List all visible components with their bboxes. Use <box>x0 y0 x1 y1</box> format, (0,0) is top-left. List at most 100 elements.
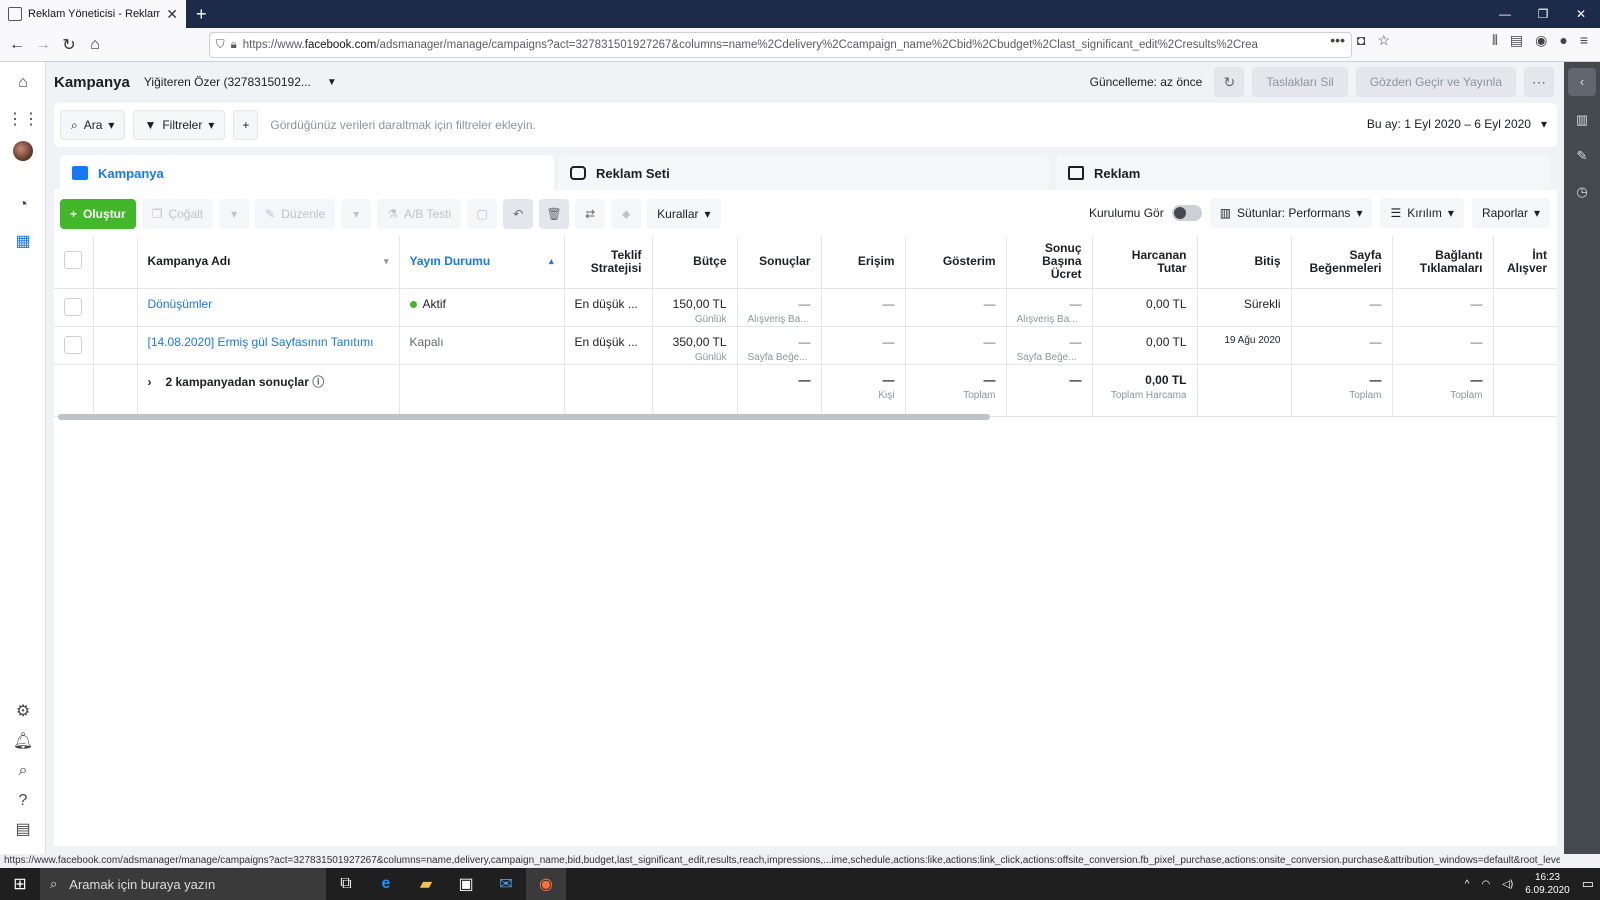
col-amount-spent[interactable]: Harcanan Tutar <box>1092 236 1198 289</box>
menu-icon[interactable]: ≡ <box>1580 32 1588 49</box>
tray-chevron-icon[interactable]: ^ <box>1465 879 1470 890</box>
row-checkbox[interactable] <box>64 335 83 354</box>
more-options-icon[interactable]: ⋯ <box>1524 67 1554 97</box>
reports-button[interactable]: Raporlar ▾ <box>1471 198 1550 228</box>
create-button[interactable]: + Oluştur <box>60 199 136 229</box>
home-icon[interactable]: ⌂ <box>82 36 108 54</box>
budget-cell[interactable]: 350,00 TL Günlük <box>652 326 738 365</box>
restore-icon[interactable]: ❐ <box>1524 0 1562 28</box>
col-ends[interactable]: Bitiş <box>1197 236 1292 289</box>
file-explorer-icon[interactable]: ▰ <box>406 868 446 900</box>
breakdown-button[interactable]: ☰ Kırılım ▾ <box>1380 198 1464 228</box>
minimize-icon[interactable]: — <box>1486 0 1524 28</box>
apps-grid-icon[interactable]: ⋮⋮ <box>7 108 39 130</box>
search-button[interactable]: ⌕ Ara ▾ <box>60 110 126 140</box>
close-window-icon[interactable]: ✕ <box>1562 0 1600 28</box>
account-icon[interactable]: ◉ <box>1535 32 1547 49</box>
filters-button[interactable]: ▼ Filtreler ▾ <box>133 110 226 140</box>
notifications-bell-icon[interactable]: 🔔︎ <box>12 730 34 752</box>
tab-adset[interactable]: Reklam Seti <box>558 155 1050 191</box>
chevron-right-icon[interactable]: › <box>148 375 152 389</box>
add-filter-button[interactable]: + <box>233 110 259 140</box>
col-reach[interactable]: Erişim <box>821 236 906 289</box>
refresh-icon[interactable]: ↻ <box>1214 67 1245 97</box>
edit-pencil-icon[interactable]: ✎ <box>1572 146 1592 166</box>
collapse-panel-icon[interactable]: ‹ <box>1568 68 1596 96</box>
edit-dropdown[interactable]: ▾ <box>341 199 372 229</box>
duplicate-dropdown[interactable]: ▾ <box>219 199 250 229</box>
select-all-checkbox[interactable] <box>64 251 83 270</box>
preview-button[interactable]: ⇄ <box>575 199 606 229</box>
budget-cell[interactable]: 150,00 TL Günlük <box>652 288 738 327</box>
mail-icon[interactable]: ✉ <box>486 868 526 900</box>
reload-icon[interactable]: ↻ <box>56 35 82 55</box>
horizontal-scrollbar[interactable] <box>58 414 990 420</box>
history-clock-icon[interactable]: ◷ <box>1572 182 1592 202</box>
tag-button[interactable]: ⬥ <box>611 199 642 229</box>
review-publish-button[interactable]: Gözden Geçir ve Yayınla <box>1355 67 1516 97</box>
sidebar-icon[interactable]: ▤ <box>1510 32 1523 49</box>
col-budget[interactable]: Bütçe <box>652 236 738 289</box>
chart-icon[interactable]: ▥ <box>1572 110 1592 130</box>
windows-start-icon[interactable]: ⊞ <box>0 874 40 894</box>
col-page-likes[interactable]: Sayfa Beğenmeleri <box>1291 236 1393 289</box>
totals-label-cell[interactable]: › 2 kampanyadan sonuçlar ⓘ <box>137 364 400 417</box>
library-icon[interactable]: ⫴ <box>1492 32 1498 49</box>
table-row[interactable]: [14.08.2020] Ermiş gül Sayfasının Tanıtı… <box>54 326 1557 365</box>
setup-toggle[interactable] <box>1171 205 1202 221</box>
campaign-name-link[interactable]: [14.08.2020] Ermiş gül Sayfasının Tanıtı… <box>148 335 374 349</box>
campaign-name-link[interactable]: Dönüşümler <box>148 297 213 311</box>
col-purchases-partial[interactable]: İnt Alışver <box>1493 236 1557 289</box>
home-icon[interactable]: ⌂ <box>12 72 34 94</box>
notifications-icon[interactable]: ▭ <box>1582 876 1594 892</box>
col-bid-strategy[interactable]: Teklif Stratejisi <box>564 236 653 289</box>
col-results[interactable]: Sonuçlar <box>737 236 822 289</box>
search-icon[interactable]: ⌕ <box>12 760 34 782</box>
date-range-picker[interactable]: Bu ay: 1 Eyl 2020 – 6 Eyl 2020 ▾ <box>1367 117 1547 131</box>
taskbar-search[interactable]: ⌕ Aramak için buraya yazın <box>40 868 326 900</box>
rules-button[interactable]: Kurallar ▾ <box>647 199 721 229</box>
edit-button[interactable]: ✎ Düzenle <box>255 199 336 229</box>
task-view-icon[interactable]: ⧉ <box>326 868 366 900</box>
forward-icon[interactable]: → <box>30 36 56 54</box>
delete-drafts-button[interactable]: Taslakları Sil <box>1252 67 1348 97</box>
lock-icon[interactable]: 🔒︎ <box>231 39 237 52</box>
report-icon[interactable]: ▤ <box>12 818 34 840</box>
delete-button[interactable]: 🗑︎ <box>539 199 570 229</box>
ab-test-button[interactable]: ⚗ A/B Testi <box>377 199 462 229</box>
duplicate-button[interactable]: ❐ Çoğalt <box>141 199 214 229</box>
back-icon[interactable]: ← <box>4 36 30 54</box>
tab-campaign[interactable]: Kampanya <box>60 155 554 191</box>
store-icon[interactable]: ▣ <box>446 868 486 900</box>
tab-ad[interactable]: Reklam <box>1056 155 1550 191</box>
col-cost-per-result[interactable]: Sonuç Başına Ücret <box>1006 236 1093 289</box>
col-impressions[interactable]: Gösterim <box>905 236 1007 289</box>
filter-hint[interactable]: Gördüğünüz verileri daraltmak için filtr… <box>270 118 535 132</box>
info-icon[interactable]: ⓘ <box>312 375 324 389</box>
more-icon[interactable]: ••• <box>1330 32 1345 49</box>
network-icon[interactable]: ◠ <box>1481 879 1490 890</box>
columns-button[interactable]: ▥ Sütunlar: Performans ▾ <box>1209 198 1373 228</box>
chevron-down-icon[interactable]: ▼ <box>327 77 337 88</box>
help-icon[interactable]: ? <box>12 790 34 812</box>
shield-icon[interactable]: ⛉ <box>216 39 225 52</box>
col-campaign-name[interactable]: Kampanya Adı ▾ <box>137 236 400 289</box>
row-checkbox[interactable] <box>64 297 83 316</box>
new-tab-icon[interactable]: + <box>196 4 207 25</box>
firefox-icon[interactable]: ◉ <box>526 868 566 900</box>
volume-icon[interactable]: ◁) <box>1502 879 1513 890</box>
sort-icon[interactable]: ▾ <box>384 255 389 268</box>
col-delivery[interactable]: Yayın Durumu ▴ <box>399 236 565 289</box>
avatar[interactable] <box>12 140 34 162</box>
extension-icon[interactable]: ● <box>1559 32 1567 49</box>
table-row[interactable]: Dönüşümler Aktif En düşük ... 150,00 TL G… <box>54 288 1557 327</box>
campaigns-table-icon[interactable]: ▦ <box>12 230 34 252</box>
bookmark-star-icon[interactable]: ☆ <box>1377 32 1390 49</box>
account-selector[interactable]: Yiğiteren Özer (32783150192... <box>144 75 311 89</box>
settings-icon[interactable]: ⚙ <box>12 700 34 722</box>
url-bar[interactable]: ⛉ 🔒︎ https://www.facebook.com/adsmanager… <box>209 32 1352 58</box>
browser-tab[interactable]: Reklam Yöneticisi - Reklamlar ✕ <box>0 0 186 28</box>
archive-button[interactable]: ▢ <box>467 199 498 229</box>
clock[interactable]: 16:23 6.09.2020 <box>1525 871 1570 897</box>
edge-icon[interactable]: e <box>366 868 406 900</box>
